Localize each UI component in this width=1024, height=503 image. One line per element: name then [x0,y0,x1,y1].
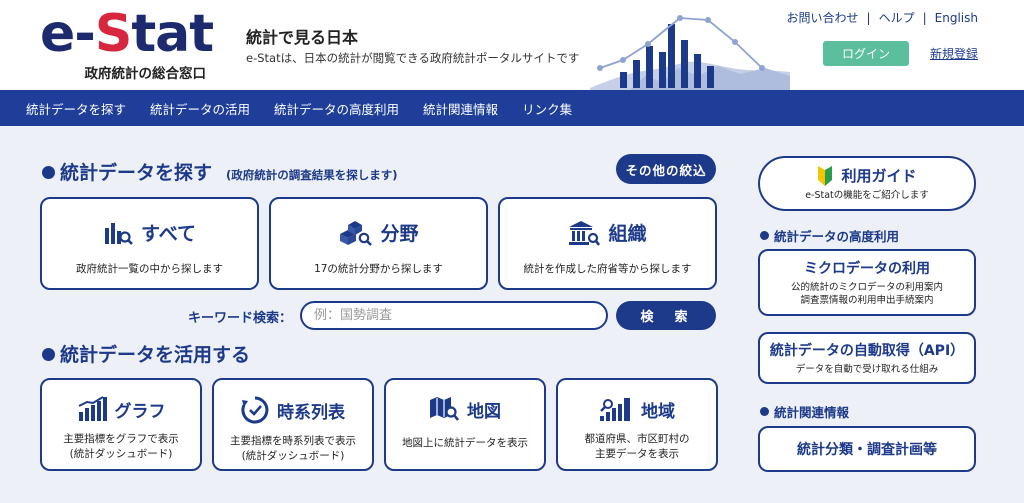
nav-item-advanced[interactable]: 統計データの高度利用 [274,99,399,118]
classification-card[interactable]: 統計分類・調査計画等 [758,426,976,472]
advanced-heading: 統計データの高度利用 [760,226,899,245]
region-chart-icon [599,396,633,422]
link-separator: | [922,10,927,25]
bar-search-icon [103,220,133,246]
main-content: 統計データを探す (政府統計の調査結果を探します) その他の絞込 すべて 政府統… [0,126,1024,503]
api-description: データを自動で受け取れる仕組み [795,364,939,375]
search-section-note: (政府統計の調査結果を探します) [226,168,398,182]
beginner-mark-icon [817,165,833,186]
bullet-icon [42,348,55,361]
keyword-search-label: キーワード検索： [188,311,293,326]
tagline-subtitle: e-Statは、日本の統計が閲覧できる政府統計ポータルサイトです [246,51,580,65]
use-section-title: 統計データを活用する [42,340,250,367]
card-description: 主要指標を時系列表で表示 (統計ダッシュボード) [230,435,356,462]
search-organization-card[interactable]: 組織 統計を作成した府省等から探します [498,197,717,290]
building-search-icon [568,220,601,246]
blocks-search-icon [338,220,373,246]
related-heading: 統計関連情報 [760,402,849,421]
guide-description: e-Statの機能をご紹介します [805,190,929,201]
clock-icon [241,396,269,424]
site-header: e-Stat 政府統計の総合窓口 統計で見る日本 e-Statは、日本の統計が閲… [0,0,1024,90]
search-field-card[interactable]: 分野 17の統計分野から探します [269,197,488,290]
search-button[interactable]: 検 索 [616,301,716,330]
card-description: 統計を作成した府省等から探します [523,263,692,275]
tagline-title: 統計で見る日本 [246,28,359,47]
api-card[interactable]: 統計データの自動取得（API） データを自動で受け取れる仕組み [758,332,976,384]
microdata-card[interactable]: ミクロデータの利用 公的統計のミクロデータの利用案内 調査票情報の利用申出手続案… [758,249,976,316]
link-separator: | [866,10,871,25]
help-link[interactable]: ヘルプ [879,9,915,26]
estat-logo[interactable]: e-Stat [40,6,214,62]
nav-item-search[interactable]: 統計データを探す [26,99,126,118]
card-description: 地図上に統計データを表示 [402,437,528,449]
english-link[interactable]: English [935,11,978,25]
region-card[interactable]: 地域 都道府県、市区町村の 主要データを表示 [556,378,718,471]
hero-chart-illustration [590,15,790,90]
register-link[interactable]: 新規登録 [930,45,978,62]
bullet-icon [760,231,769,240]
search-all-card[interactable]: すべて 政府統計一覧の中から探します [40,197,259,290]
login-button[interactable]: ログイン [823,41,909,66]
card-description: 17の統計分野から探します [314,263,443,275]
logo-subtitle: 政府統計の総合窓口 [84,66,207,82]
user-guide-button[interactable]: 利用ガイド e-Statの機能をご紹介します [758,156,976,211]
microdata-description: 公的統計のミクロデータの利用案内 調査票情報の利用申出手続案内 [790,282,943,306]
timeseries-card[interactable]: 時系列表 主要指標を時系列表で表示 (統計ダッシュボード) [212,378,374,471]
map-card[interactable]: 地図 地図上に統計データを表示 [384,378,546,471]
bullet-icon [42,166,55,179]
contact-link[interactable]: お問い合わせ [787,9,859,26]
search-section-title: 統計データを探す (政府統計の調査結果を探します) [42,158,398,185]
card-description: 都道府県、市区町村の 主要データを表示 [584,433,690,460]
graph-icon [77,396,107,422]
nav-item-related[interactable]: 統計関連情報 [423,99,498,118]
other-filter-button[interactable]: その他の絞込 [616,154,716,184]
main-nav: 統計データを探す 統計データの活用 統計データの高度利用 統計関連情報 リンク集 [0,90,1024,126]
bullet-icon [760,407,769,416]
map-search-icon [429,396,459,422]
nav-item-use[interactable]: 統計データの活用 [150,99,250,118]
utility-links: お問い合わせ | ヘルプ | English [787,9,978,26]
keyword-search-input[interactable] [300,301,608,330]
card-description: 主要指標をグラフで表示 (統計ダッシュボード) [63,433,179,460]
card-description: 政府統計一覧の中から探します [76,263,223,275]
nav-item-links[interactable]: リンク集 [522,99,572,118]
graph-card[interactable]: グラフ 主要指標をグラフで表示 (統計ダッシュボード) [40,378,202,471]
